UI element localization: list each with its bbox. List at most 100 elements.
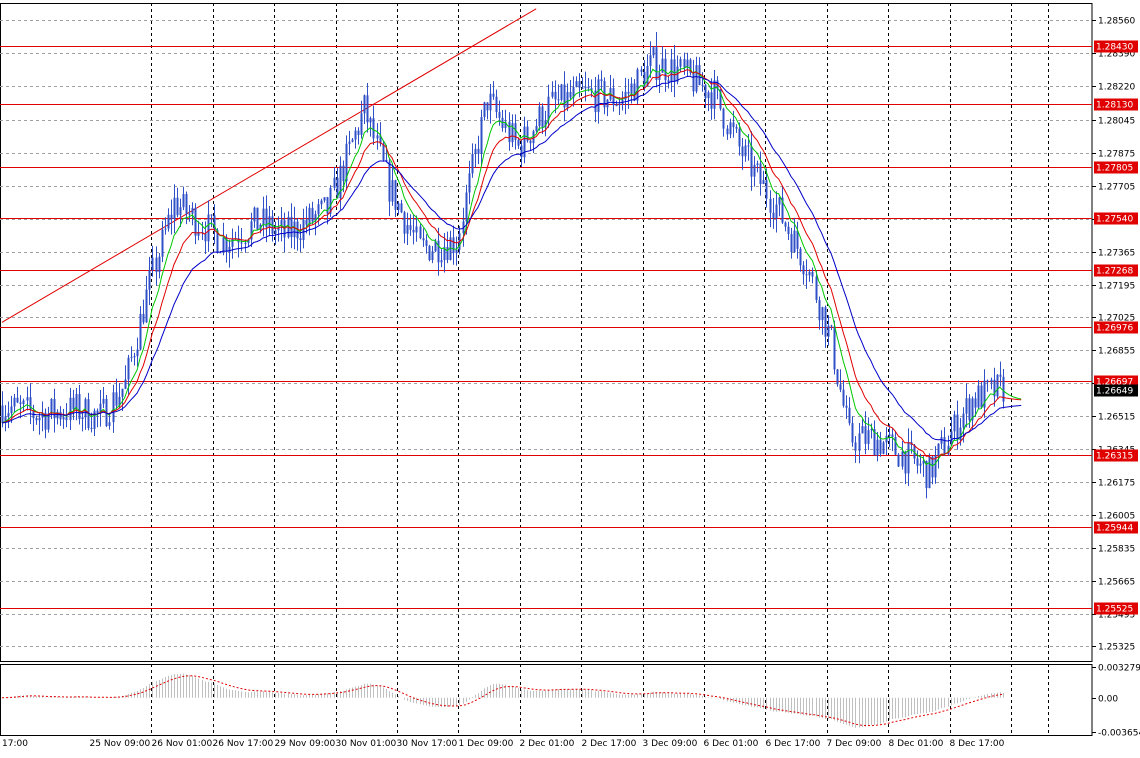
- time-tick-label: 8 Dec 01:00: [889, 739, 944, 749]
- candle-body: [397, 203, 400, 210]
- price-tick-label: 1.25835: [1098, 545, 1135, 555]
- candle-body: [69, 397, 72, 421]
- level-label: 1.27540: [1096, 215, 1133, 225]
- candle-body: [308, 207, 311, 225]
- candle-body: [673, 59, 676, 82]
- candle-body: [943, 437, 946, 455]
- chart-frame: [0, 3, 1093, 736]
- level-label: 1.27268: [1096, 267, 1133, 277]
- candle-body: [986, 380, 989, 383]
- candle-body: [339, 165, 342, 199]
- candle-body: [474, 148, 477, 155]
- time-tick-label: 26 Nov 17:00: [213, 739, 274, 749]
- candle-body: [876, 439, 879, 456]
- candle-body: [732, 122, 735, 128]
- candle-body: [317, 204, 320, 215]
- candle-body: [357, 130, 360, 135]
- candle-body: [348, 141, 351, 144]
- time-tick-label: 29 Nov 09:00: [275, 739, 336, 749]
- osc-tick-label: 0.003279: [1098, 664, 1140, 674]
- candle-body: [486, 102, 489, 111]
- candle-body: [517, 139, 520, 146]
- candle-body: [821, 307, 824, 321]
- candle-body: [554, 91, 557, 100]
- candle-body: [35, 418, 38, 421]
- candle-body: [182, 194, 185, 208]
- candle-body: [959, 427, 962, 441]
- candle-body: [980, 385, 983, 408]
- candle-body: [173, 197, 176, 220]
- candle-body: [492, 93, 495, 97]
- candle-body: [415, 226, 418, 233]
- candle-body: [115, 392, 118, 406]
- candle-body: [185, 194, 188, 214]
- level-label: 1.26315: [1096, 452, 1133, 462]
- candle-body: [790, 233, 793, 253]
- candle-body: [551, 91, 554, 97]
- candle-body: [805, 274, 808, 276]
- main-panel-border: [0, 3, 1093, 662]
- candle-body: [953, 414, 956, 432]
- candle-body: [600, 79, 603, 82]
- candle-body: [158, 256, 161, 273]
- candle-body: [529, 140, 532, 144]
- candle-body: [769, 198, 772, 213]
- candle-body: [127, 357, 130, 380]
- candle-body: [394, 180, 397, 210]
- candle-body: [388, 161, 391, 202]
- level-label: 1.27805: [1096, 164, 1133, 174]
- time-tick-label: 25 Nov 09:00: [90, 739, 151, 749]
- candle-body: [775, 204, 778, 219]
- candle-body: [901, 451, 904, 467]
- candle-body: [965, 398, 968, 414]
- chart-window[interactable]: 1.28560 1.28390 1.28220 1.28045 1.27875 1.277…: [0, 0, 1140, 754]
- candle-body: [885, 435, 888, 443]
- candle-body: [827, 325, 830, 337]
- candle-body: [155, 257, 158, 273]
- candle-body: [81, 417, 84, 420]
- price-tick-label: 1.27365: [1098, 249, 1135, 259]
- time-tick-label: 6 Dec 17:00: [766, 739, 821, 749]
- price-chart[interactable]: 1.285601.283901.282201.280451.278751.277…: [0, 0, 1140, 754]
- candle-body: [996, 374, 999, 397]
- candle-body: [858, 433, 861, 451]
- level-label: 1.25525: [1096, 605, 1133, 615]
- candle-body: [940, 437, 943, 444]
- candle-body: [897, 454, 900, 467]
- candle-body: [836, 369, 839, 385]
- candle-body: [818, 299, 821, 321]
- candle-body: [772, 212, 775, 219]
- candle-body: [756, 163, 759, 165]
- level-price-labels: 1.28430 1.28130 1.27805 1.27540 1.27268 1.269…: [1094, 40, 1138, 615]
- candle-body: [636, 69, 639, 101]
- candle-body: [854, 442, 857, 451]
- candle-body: [468, 173, 471, 193]
- time-axis[interactable]: 17:00 25 Nov 09:00 26 Nov 01:00 26 Nov 17:0…: [2, 739, 1005, 749]
- candle-body: [148, 270, 151, 290]
- moving-averages: [1, 66, 1022, 467]
- candle-body: [842, 389, 845, 406]
- candle-body: [667, 80, 670, 83]
- candle-body: [867, 430, 870, 444]
- trendlines[interactable]: [1, 8, 537, 323]
- candle-body: [228, 246, 231, 253]
- candle-body: [710, 92, 713, 109]
- candle-body: [167, 214, 170, 229]
- candle-body: [323, 197, 326, 201]
- candle-body: [879, 439, 882, 454]
- candle-body: [627, 91, 630, 94]
- candle-body: [704, 84, 707, 99]
- candle-body: [108, 422, 111, 426]
- candle-body: [762, 180, 765, 185]
- candle-body: [452, 237, 455, 254]
- price-tick-label: 1.26855: [1098, 347, 1135, 357]
- candle-body: [808, 271, 811, 276]
- candle-body: [145, 289, 148, 323]
- candle-body: [652, 47, 655, 56]
- price-tick-label: 1.27875: [1098, 150, 1135, 160]
- candle-body: [136, 349, 139, 357]
- ascending-trendline[interactable]: [1, 8, 537, 323]
- candle-body: [409, 225, 412, 230]
- candle-body: [824, 307, 827, 337]
- price-tick-label: 1.26005: [1098, 512, 1135, 522]
